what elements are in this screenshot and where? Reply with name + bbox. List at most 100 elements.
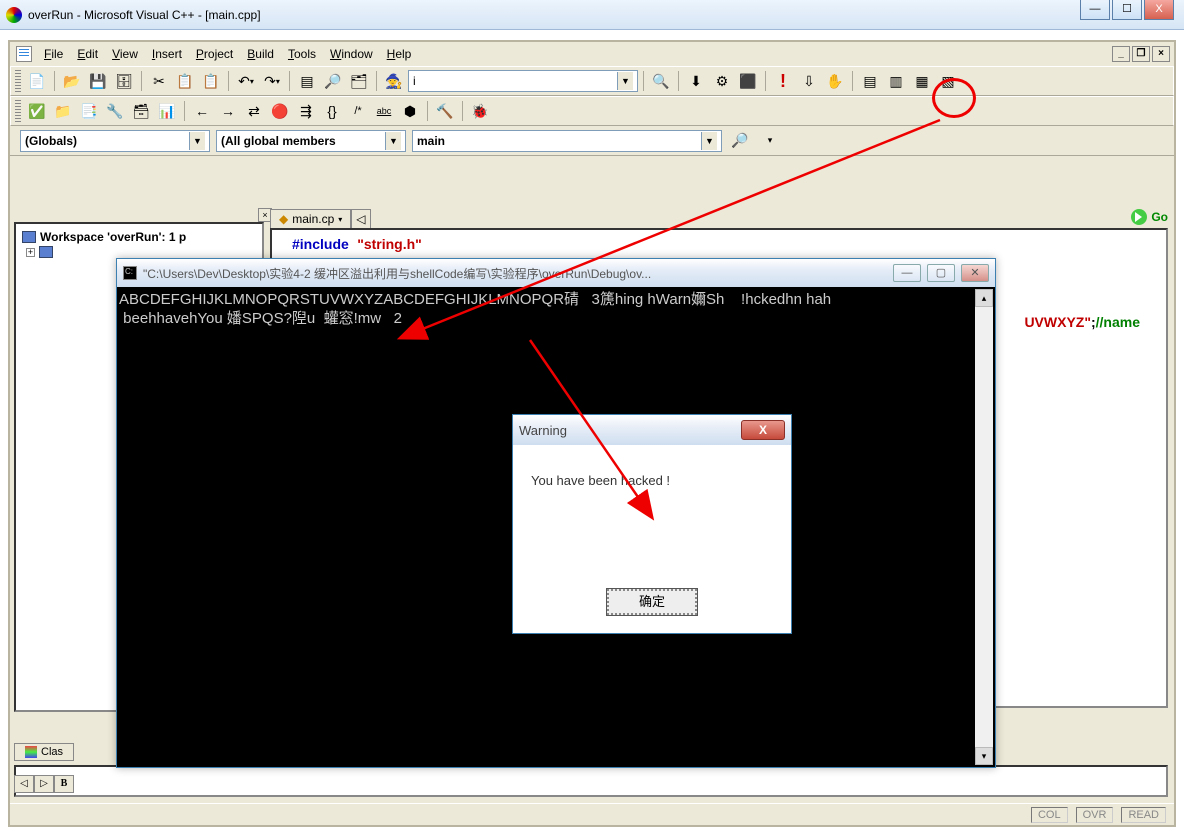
menu-project[interactable]: Project <box>190 45 239 63</box>
compile-button[interactable]: ⬇ <box>684 69 708 93</box>
close-button[interactable]: X <box>1144 0 1174 20</box>
workspace-project[interactable]: + <box>26 246 256 258</box>
new-file-button[interactable]: 📄 <box>25 69 49 93</box>
bug-button[interactable]: 🐞 <box>468 99 492 123</box>
breakpoint-button[interactable]: 🔴 <box>268 99 292 123</box>
window-split-button[interactable]: ▦ <box>910 69 934 93</box>
document-icon[interactable] <box>16 46 32 62</box>
warning-close-button[interactable]: X <box>741 420 785 440</box>
console-close-button[interactable]: ✕ <box>961 264 989 282</box>
go-debug-button[interactable]: ⇩ <box>797 69 821 93</box>
workspace-root[interactable]: Workspace 'overRun': 1 p <box>22 230 256 244</box>
nav-back-button[interactable]: ← <box>190 99 214 123</box>
hex-button[interactable]: ⬢ <box>398 99 422 123</box>
cut-button[interactable]: ✂ <box>147 69 171 93</box>
console-scrollbar[interactable]: ▴ ▾ <box>975 289 993 765</box>
go-button[interactable]: Go <box>1131 206 1168 228</box>
workspace-button[interactable]: ▤ <box>295 69 319 93</box>
nav-fwd-button[interactable]: → <box>216 99 240 123</box>
warning-dialog[interactable]: Warning X You have been hacked ! 确定 <box>512 414 792 634</box>
tb2-folder-button[interactable]: 📁 <box>51 99 75 123</box>
file-tab-main[interactable]: ◆ main.cp ▾ <box>270 209 351 228</box>
menu-insert[interactable]: Insert <box>146 45 188 63</box>
scroll-track[interactable] <box>975 307 993 747</box>
menu-tools[interactable]: Tools <box>282 45 322 63</box>
menu-view[interactable]: View <box>106 45 144 63</box>
window-cascade-button[interactable]: ▥ <box>884 69 908 93</box>
menu-build[interactable]: Build <box>241 45 280 63</box>
code-content[interactable]: #include "string.h" <box>272 230 1166 260</box>
expand-icon[interactable]: + <box>26 248 35 257</box>
scope-filter-combo[interactable]: (All global members ▼ <box>216 130 406 152</box>
menu-edit[interactable]: Edit <box>71 45 104 63</box>
build-icon-button[interactable]: 🔨 <box>433 99 457 123</box>
find-tool-button[interactable]: 🧙 <box>382 69 406 93</box>
output-button[interactable]: 🔎 <box>321 69 345 93</box>
tb2-check-button[interactable]: ✅ <box>25 99 49 123</box>
go-icon <box>1131 209 1147 225</box>
menu-file[interactable]: FFileile <box>38 45 69 63</box>
nav-swap-button[interactable]: ⇄ <box>242 99 266 123</box>
bookmark-button[interactable]: ⇶ <box>294 99 318 123</box>
menu-window[interactable]: Window <box>324 45 379 63</box>
code-keyword: #include <box>292 236 349 252</box>
minimize-button[interactable]: — <box>1080 0 1110 20</box>
scope-drop-button[interactable]: ▾ <box>758 129 782 153</box>
code-fragment: UVWXYZ";//name <box>1004 308 1160 338</box>
paste-button[interactable]: 📋 <box>199 69 223 93</box>
save-all-button[interactable]: 🗄 <box>112 69 136 93</box>
scope-action-button[interactable]: 🔎 <box>728 129 752 153</box>
console-titlebar[interactable]: "C:\Users\Dev\Desktop\实验4-2 缓冲区溢出利用与shel… <box>117 259 995 287</box>
abc-button[interactable]: abc <box>372 99 396 123</box>
out-nav-prev[interactable]: ▷ <box>34 775 54 793</box>
dropdown-icon[interactable]: ▼ <box>189 132 205 150</box>
app-icon <box>6 7 22 23</box>
classview-tab[interactable]: Clas <box>14 743 74 761</box>
execute-button[interactable]: ! <box>771 69 795 93</box>
build-button[interactable]: ⚙ <box>710 69 734 93</box>
redo-button[interactable]: ↷▾ <box>260 69 284 93</box>
file-tab-nav[interactable]: ◁ <box>351 209 371 228</box>
console-line-1: ABCDEFGHIJKLMNOPQRSTUVWXYZABCDEFGHIJKLMN… <box>119 291 831 308</box>
undo-button[interactable]: ↶▾ <box>234 69 258 93</box>
dropdown-icon[interactable]: ▼ <box>701 132 717 150</box>
find-combo-dropdown-icon[interactable]: ▼ <box>617 72 633 90</box>
output-pane[interactable] <box>14 765 1168 797</box>
tb2-res-button[interactable]: 📑 <box>77 99 101 123</box>
scope-class-combo[interactable]: (Globals) ▼ <box>20 130 210 152</box>
menu-help[interactable]: Help <box>381 45 418 63</box>
toolbar-grip-2[interactable] <box>15 100 21 122</box>
scroll-down-button[interactable]: ▾ <box>975 747 993 765</box>
maximize-button[interactable]: ☐ <box>1112 0 1142 20</box>
console-maximize-button[interactable]: ▢ <box>927 264 955 282</box>
break-button[interactable]: ✋ <box>823 69 847 93</box>
tb2-chart-button[interactable]: 📊 <box>155 99 179 123</box>
save-button[interactable]: 💾 <box>86 69 110 93</box>
console-minimize-button[interactable]: — <box>893 264 921 282</box>
tb2-db-button[interactable]: 🗃 <box>129 99 153 123</box>
file-tab-dropdown-icon[interactable]: ▾ <box>338 215 342 224</box>
warning-ok-button[interactable]: 确定 <box>607 589 697 615</box>
tab-nav-left-icon[interactable]: ◁ <box>356 212 365 226</box>
out-nav-build[interactable]: B <box>54 775 74 793</box>
tb2-tool-button[interactable]: 🔧 <box>103 99 127 123</box>
workspace-icon <box>22 231 36 243</box>
window-tile-button[interactable]: ▤ <box>858 69 882 93</box>
copy-button[interactable]: 📋 <box>173 69 197 93</box>
open-button[interactable]: 📂 <box>60 69 84 93</box>
scroll-up-button[interactable]: ▴ <box>975 289 993 307</box>
scope-function-combo[interactable]: main ▼ <box>412 130 722 152</box>
dropdown-icon[interactable]: ▼ <box>385 132 401 150</box>
toolbar-grip[interactable] <box>15 70 21 92</box>
search-button[interactable]: 🔍 <box>649 69 673 93</box>
windows-button[interactable]: 🗂 <box>347 69 371 93</box>
stop-build-button[interactable]: ⬛ <box>736 69 760 93</box>
mdi-restore-button[interactable]: ❐ <box>1132 46 1150 62</box>
warning-titlebar[interactable]: Warning X <box>513 415 791 445</box>
comment-button[interactable]: /* <box>346 99 370 123</box>
mdi-close-button[interactable]: × <box>1152 46 1170 62</box>
mdi-minimize-button[interactable]: _ <box>1112 46 1130 62</box>
out-nav-first[interactable]: ◁ <box>14 775 34 793</box>
find-combo[interactable]: i ▼ <box>408 70 638 92</box>
brace-button[interactable]: {} <box>320 99 344 123</box>
